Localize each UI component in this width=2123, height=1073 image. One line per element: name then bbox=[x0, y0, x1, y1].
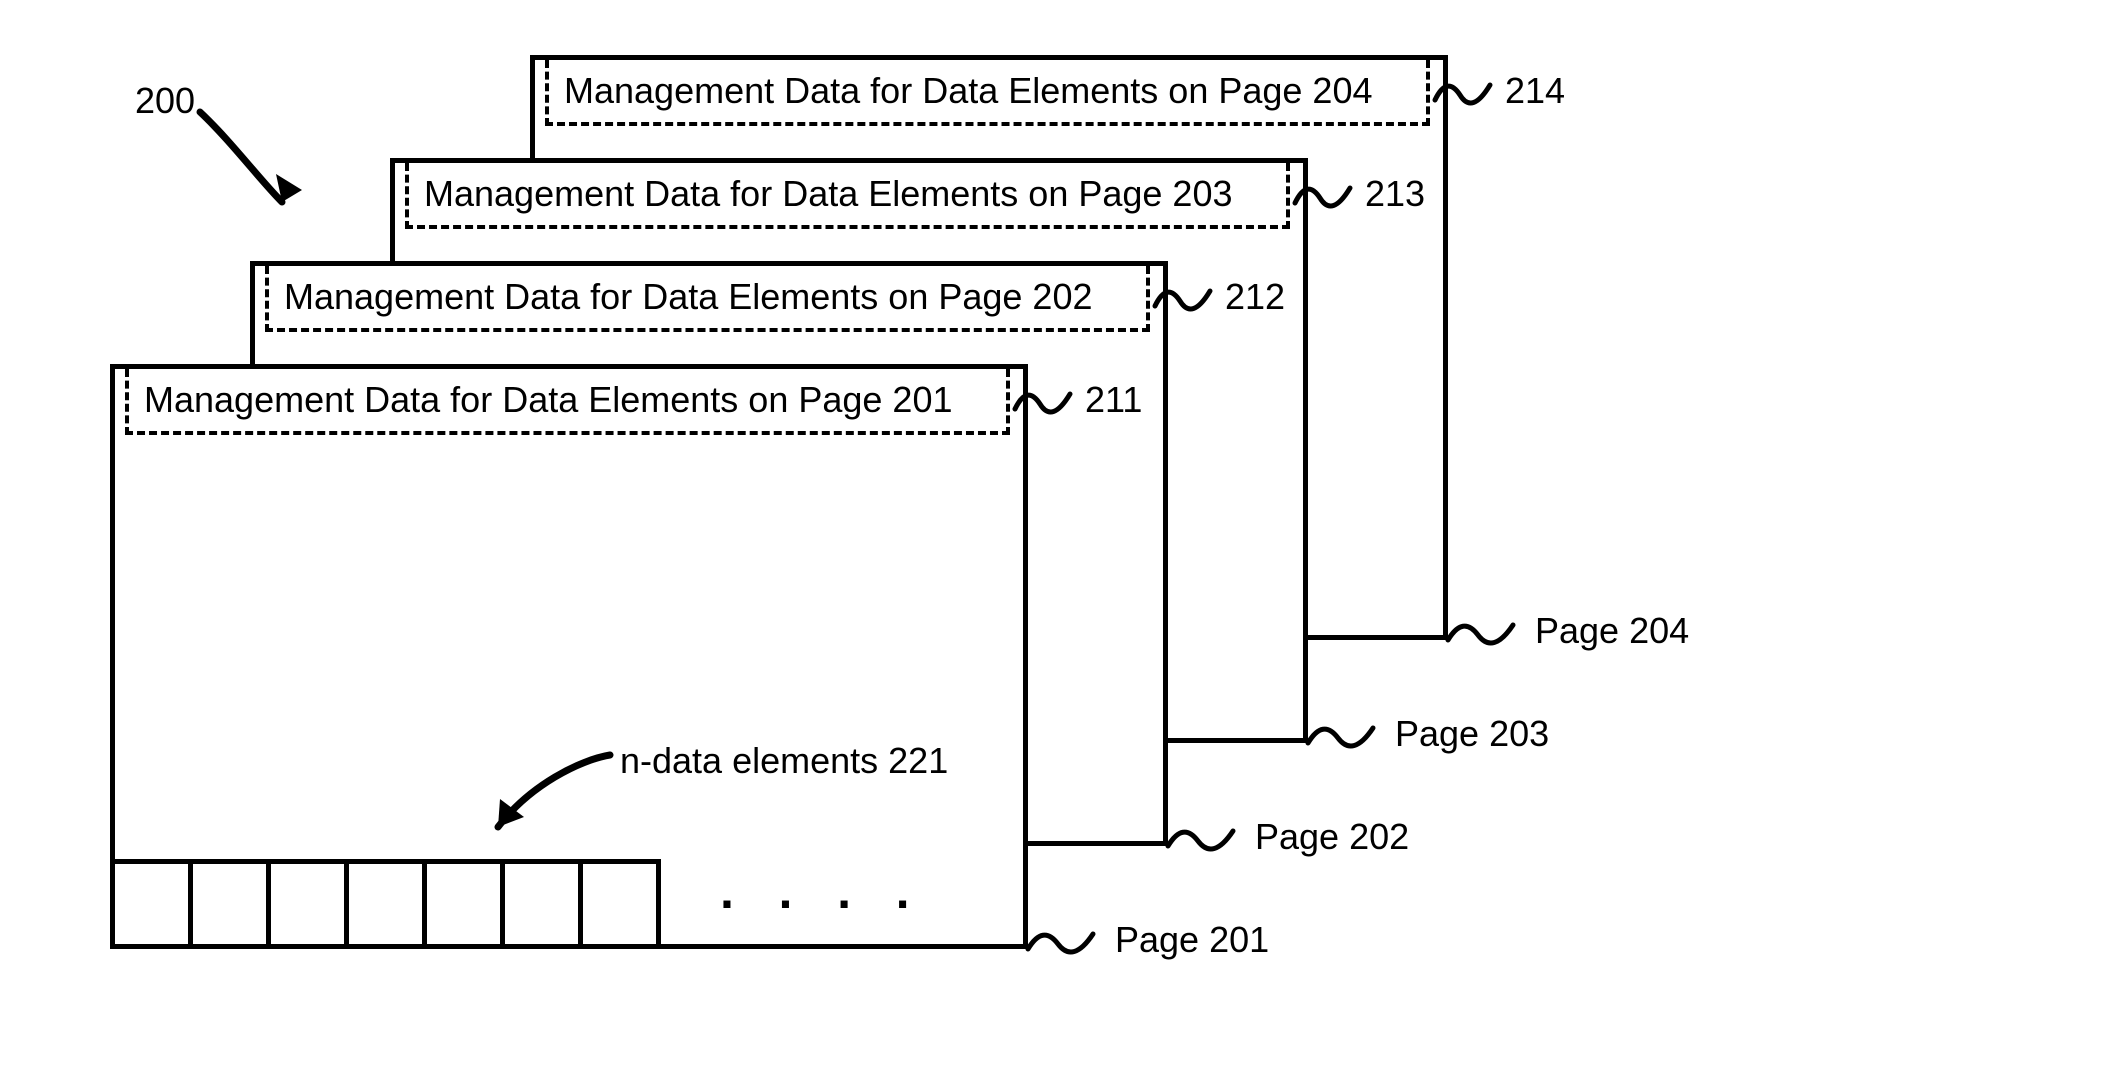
page-label-202: Page 202 bbox=[1255, 816, 1409, 858]
data-elements-row bbox=[115, 859, 661, 944]
mgmt-box-202: Management Data for Data Elements on Pag… bbox=[265, 266, 1150, 332]
page-label-203: Page 203 bbox=[1395, 713, 1549, 755]
page-lead-202 bbox=[1168, 821, 1248, 881]
mgmt-ref-203: 213 bbox=[1365, 173, 1425, 215]
mgmt-lead-204 bbox=[1430, 70, 1500, 110]
mgmt-box-201: Management Data for Data Elements on Pag… bbox=[125, 369, 1010, 435]
mgmt-lead-203 bbox=[1290, 173, 1360, 213]
page-lead-201 bbox=[1028, 924, 1108, 984]
mgmt-text-202: Management Data for Data Elements on Pag… bbox=[284, 276, 1093, 317]
mgmt-lead-202 bbox=[1150, 276, 1220, 316]
figure-ref-arrow bbox=[190, 100, 310, 210]
mgmt-ref-204: 214 bbox=[1505, 70, 1565, 112]
page-lead-203 bbox=[1308, 718, 1388, 778]
data-element-cell bbox=[193, 859, 271, 944]
mgmt-ref-201: 211 bbox=[1085, 379, 1142, 421]
diagram-canvas: 200 Management Data for Data Elements on… bbox=[0, 0, 2123, 1073]
mgmt-text-204: Management Data for Data Elements on Pag… bbox=[564, 70, 1373, 111]
data-element-cell bbox=[115, 859, 193, 944]
page-lead-204 bbox=[1448, 615, 1528, 675]
figure-ref-label: 200 bbox=[135, 80, 195, 122]
ellipsis-dots: · · · · bbox=[720, 875, 926, 933]
mgmt-lead-201 bbox=[1010, 379, 1080, 419]
mgmt-text-203: Management Data for Data Elements on Pag… bbox=[424, 173, 1233, 214]
data-element-cell bbox=[427, 859, 505, 944]
mgmt-box-204: Management Data for Data Elements on Pag… bbox=[545, 60, 1430, 126]
data-element-cell bbox=[271, 859, 349, 944]
data-element-cell bbox=[583, 859, 661, 944]
mgmt-ref-202: 212 bbox=[1225, 276, 1285, 318]
mgmt-box-203: Management Data for Data Elements on Pag… bbox=[405, 163, 1290, 229]
page-label-204: Page 204 bbox=[1535, 610, 1689, 652]
n-data-elements-arrow bbox=[480, 745, 620, 845]
n-data-elements-label: n-data elements 221 bbox=[620, 740, 948, 782]
page-label-201: Page 201 bbox=[1115, 919, 1269, 961]
data-element-cell bbox=[349, 859, 427, 944]
mgmt-text-201: Management Data for Data Elements on Pag… bbox=[144, 379, 953, 420]
data-element-cell bbox=[505, 859, 583, 944]
